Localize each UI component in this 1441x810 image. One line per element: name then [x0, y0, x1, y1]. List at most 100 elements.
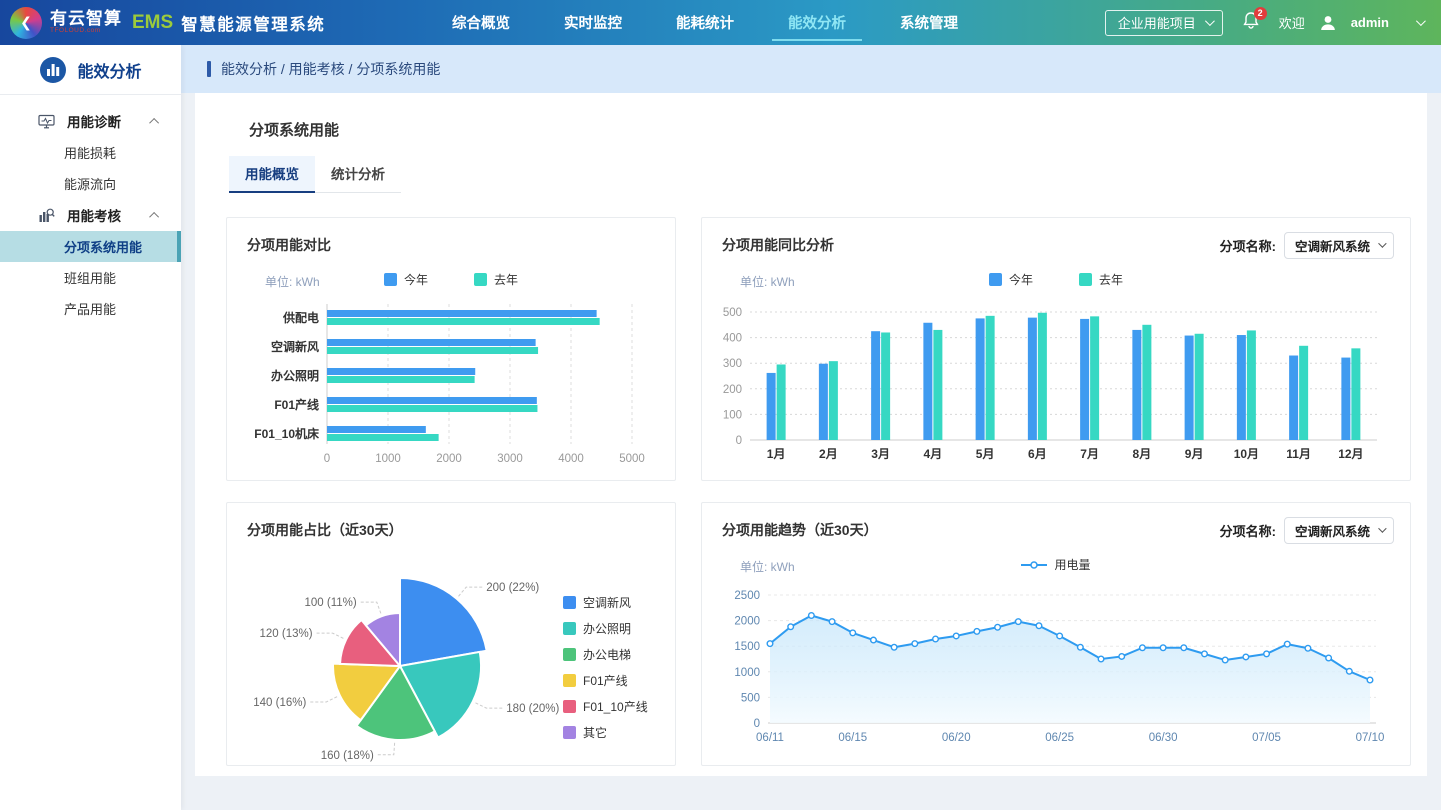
panel-compare-title: 分项用能对比	[247, 235, 331, 255]
svg-text:07/10: 07/10	[1356, 732, 1385, 744]
content-area: 能效分析 / 用能考核 / 分项系统用能 分项系统用能 用能概览统计分析 分项用…	[181, 45, 1441, 810]
chevron-down-icon	[1378, 524, 1386, 532]
project-select[interactable]: 企业用能项目	[1105, 10, 1223, 36]
legend-item[interactable]: 办公照明	[563, 615, 648, 641]
chevron-down-icon	[1205, 16, 1215, 26]
nav-item-0[interactable]: 综合概览	[448, 0, 514, 45]
legend-swatch	[563, 648, 576, 661]
legend-swatch	[563, 700, 576, 713]
svg-text:9月: 9月	[1185, 447, 1204, 461]
unit-label: 单位: kWh	[740, 273, 795, 290]
filter-label: 分项名称:	[1220, 521, 1276, 540]
sidebar-group-label: 用能诊断	[67, 111, 121, 131]
username[interactable]: admin	[1351, 15, 1389, 30]
sidebar-item-1-0[interactable]: 分项系统用能	[0, 231, 181, 262]
topbar: ❮ 有云智算 TFOLOUD.com EMS 智慧能源管理系统 综合概览 实时监控…	[0, 0, 1441, 45]
sidebar-item-1-1[interactable]: 班组用能	[0, 262, 181, 293]
brand-logo-icon: ❮	[10, 7, 42, 39]
svg-text:11月: 11月	[1286, 447, 1311, 461]
svg-text:200 (22%): 200 (22%)	[486, 582, 539, 594]
breadcrumb-text[interactable]: 能效分析 / 用能考核 / 分项系统用能	[221, 59, 440, 79]
nav-item-1[interactable]: 实时监控	[560, 0, 626, 45]
legend-item[interactable]: 办公电梯	[563, 641, 648, 667]
svg-text:07/05: 07/05	[1252, 732, 1281, 744]
brand-domain: TFOLOUD.com	[50, 28, 122, 35]
nav-item-3[interactable]: 能效分析	[784, 0, 850, 45]
legend-item[interactable]: F01_10产线	[563, 693, 648, 719]
legend-trend: 用电量	[702, 549, 1410, 573]
legend-item[interactable]: 其它	[563, 719, 648, 745]
legend-swatch	[563, 622, 576, 635]
svg-text:06/20: 06/20	[942, 732, 971, 744]
nav-item-2[interactable]: 能耗统计	[672, 0, 738, 45]
sidebar-title: 能效分析	[77, 58, 141, 82]
subsystem-select-yoy[interactable]: 空调新风系统	[1284, 232, 1394, 259]
svg-text:100 (11%): 100 (11%)	[305, 597, 357, 609]
nav-item-4[interactable]: 系统管理	[896, 0, 962, 45]
svg-text:2000: 2000	[436, 453, 462, 465]
svg-text:5000: 5000	[619, 453, 645, 465]
line-chart: 0500100015002000250006/1106/1506/2006/25…	[702, 583, 1392, 751]
legend-swatch	[989, 273, 1002, 286]
svg-text:0: 0	[324, 453, 330, 465]
subsystem-select-yoy-value: 空调新风系统	[1295, 236, 1370, 255]
sidebar-group-0[interactable]: 用能诊断	[0, 105, 181, 137]
sidebar-group-1[interactable]: 用能考核	[0, 199, 181, 231]
svg-text:8月: 8月	[1133, 447, 1152, 461]
svg-text:500: 500	[741, 692, 760, 704]
charts-grid: 分项用能对比 单位: kWh 今年去年 01000200030004000500…	[211, 217, 1411, 766]
sidebar-item-1-2[interactable]: 产品用能	[0, 293, 181, 324]
svg-text:500: 500	[723, 307, 742, 319]
chevron-up-icon	[149, 211, 159, 221]
svg-text:4月: 4月	[924, 447, 943, 461]
project-select-value: 企业用能项目	[1118, 13, 1196, 32]
svg-text:办公照明: 办公照明	[271, 368, 319, 383]
tab-0[interactable]: 用能概览	[229, 156, 315, 193]
sidebar-group-label: 用能考核	[67, 205, 121, 225]
svg-text:120 (13%): 120 (13%)	[260, 628, 313, 640]
panel-trend-title: 分项用能趋势（近30天）	[722, 520, 878, 540]
legend-item[interactable]: 今年	[989, 271, 1033, 288]
legend-item[interactable]: F01产线	[563, 667, 648, 693]
sidebar-menu: 用能诊断用能损耗能源流向用能考核分项系统用能班组用能产品用能	[0, 95, 181, 324]
notification-button[interactable]: 2	[1242, 11, 1260, 35]
brand: ❮ 有云智算 TFOLOUD.com EMS 智慧能源管理系统	[0, 7, 448, 39]
chevron-up-icon	[149, 117, 159, 127]
legend-swatch	[384, 273, 397, 286]
vbar-chart: 01002003004005001月2月3月4月5月6月7月8月9月10月11月…	[702, 298, 1392, 470]
line-marker-icon	[1021, 560, 1047, 570]
app-title: 智慧能源管理系统	[181, 11, 325, 35]
subsystem-select-trend[interactable]: 空调新风系统	[1284, 517, 1394, 544]
svg-text:6月: 6月	[1028, 447, 1047, 461]
legend-item[interactable]: 今年	[384, 271, 428, 288]
svg-text:2500: 2500	[734, 590, 760, 602]
tab-1[interactable]: 统计分析	[315, 156, 401, 192]
legend-item[interactable]: 用电量	[1021, 556, 1090, 573]
breadcrumb: 能效分析 / 用能考核 / 分项系统用能	[181, 45, 1441, 93]
legend-swatch	[563, 674, 576, 687]
svg-text:160 (18%): 160 (18%)	[321, 750, 374, 762]
svg-text:0: 0	[736, 435, 742, 447]
svg-text:200: 200	[723, 384, 742, 396]
filter-label: 分项名称:	[1220, 236, 1276, 255]
unit-label: 单位: kWh	[265, 273, 320, 290]
legend-item[interactable]: 去年	[474, 271, 518, 288]
user-menu-chevron-icon[interactable]	[1416, 16, 1426, 26]
legend-swatch	[563, 596, 576, 609]
sidebar-item-0-0[interactable]: 用能损耗	[0, 137, 181, 168]
avatar-icon[interactable]	[1318, 13, 1338, 33]
svg-text:4000: 4000	[558, 453, 584, 465]
legend-item[interactable]: 空调新风	[563, 589, 648, 615]
legend-item[interactable]: 去年	[1079, 271, 1123, 288]
monitor-pulse-icon	[38, 114, 55, 129]
svg-text:400: 400	[723, 333, 742, 345]
svg-text:06/30: 06/30	[1149, 732, 1178, 744]
chart-audit-icon	[38, 208, 55, 223]
svg-text:10月: 10月	[1234, 447, 1259, 461]
tab-bar: 用能概览统计分析	[229, 156, 401, 193]
product-abbr: EMS	[132, 12, 173, 34]
page-title: 分项系统用能	[249, 119, 1411, 140]
svg-text:300: 300	[723, 358, 742, 370]
svg-text:F01_10机床: F01_10机床	[254, 426, 320, 441]
sidebar-item-0-1[interactable]: 能源流向	[0, 168, 181, 199]
